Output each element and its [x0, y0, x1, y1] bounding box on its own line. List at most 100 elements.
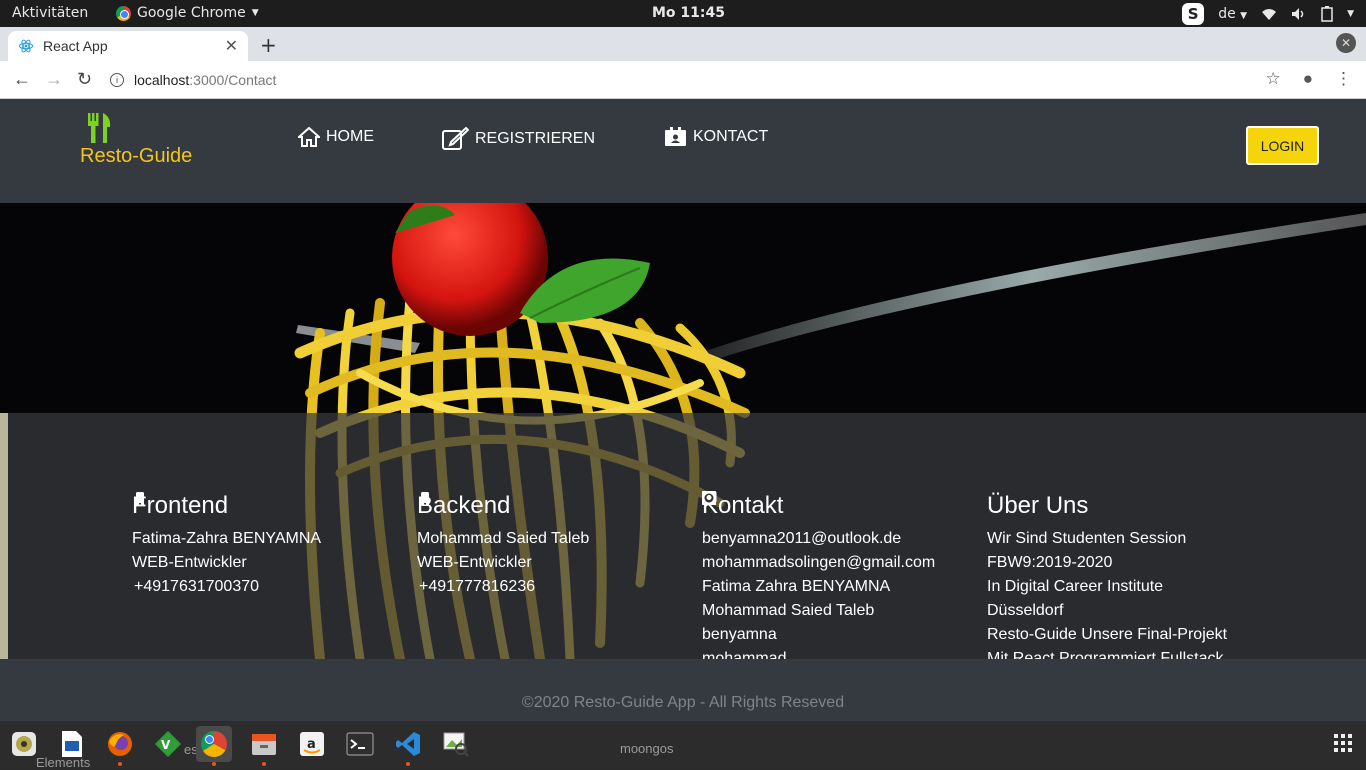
phone-icon	[421, 492, 429, 506]
address-bar[interactable]: i localhost:3000/Contact	[110, 65, 1290, 95]
clock[interactable]: Mo 11:45	[652, 5, 725, 21]
about-line: Düsseldorf	[987, 602, 1064, 619]
contact-card-icon	[665, 127, 686, 146]
url-host: localhost	[134, 72, 190, 88]
chrome-icon	[116, 5, 131, 21]
about-line: Resto-Guide Unsere Final-Projekt	[987, 626, 1228, 643]
browser-toolbar: ← → ↻ i localhost:3000/Contact ☆ ● ⋮	[0, 61, 1366, 99]
back-arrow-icon[interactable]: ←	[13, 69, 31, 90]
svg-text:a: a	[307, 737, 316, 752]
battery-icon	[1321, 6, 1333, 22]
dock-item-files[interactable]	[246, 726, 282, 766]
skype-icon[interactable]: S	[1182, 3, 1205, 25]
dock-item-vim[interactable]: V	[150, 726, 186, 762]
about-line: In Digital Career Institute	[987, 578, 1164, 595]
nav-home[interactable]: HOME	[298, 127, 374, 147]
close-icon[interactable]: ✕	[225, 36, 238, 56]
file-cabinet-icon	[252, 734, 276, 755]
show-applications-icon[interactable]	[1334, 734, 1352, 752]
nav-kontakt-label: KONTACT	[693, 128, 769, 145]
tab-title: React App	[43, 38, 108, 54]
hero-section: Frontend Fatima-Zahra BENYAMNA WEB-Entwi…	[0, 203, 1366, 659]
menu-kebab-icon[interactable]: ⋮	[1335, 69, 1352, 89]
running-indicator	[212, 762, 216, 766]
new-tab-button[interactable]: +	[260, 33, 277, 57]
wifi-icon	[1262, 9, 1277, 20]
linkedin-link-1[interactable]: Fatima Zahra BENYAMNA	[702, 491, 935, 599]
dock-item-terminal[interactable]	[342, 726, 378, 762]
about-heading: Über Uns	[987, 492, 1089, 519]
frontend-role: WEB-Entwickler	[132, 554, 247, 571]
email-1: benyamna2011@outlook.de	[702, 530, 902, 547]
about-line: Mit React Programmiert Fullstack	[987, 650, 1224, 659]
about-column: Über Uns Wir Sind Studenten Session FBW9…	[987, 491, 1227, 659]
dock-item-writer[interactable]	[54, 726, 90, 762]
kontakt-heading: Kontakt	[702, 492, 784, 519]
browser-tab[interactable]: React App ✕	[8, 31, 248, 61]
firefox-icon	[108, 732, 132, 756]
forward-arrow-icon[interactable]: →	[45, 69, 63, 90]
about-line: Wir Sind Studenten Session	[987, 530, 1187, 547]
brand-name: Resto-Guide	[80, 145, 193, 167]
keyboard-layout[interactable]: de ▼	[1218, 6, 1247, 22]
nav-registrieren-label: REGISTRIEREN	[475, 130, 596, 147]
backend-role: WEB-Entwickler	[417, 554, 532, 571]
system-tray[interactable]: S de ▼ ▼	[1182, 3, 1354, 25]
activities-button[interactable]: Aktivitäten	[12, 5, 88, 21]
brand-link[interactable]: Resto-Guide	[80, 113, 192, 168]
dock-item-amazon[interactable]: a	[294, 726, 330, 762]
running-indicator	[118, 762, 122, 766]
dock-item-firefox[interactable]	[102, 726, 138, 766]
login-button[interactable]: LOGIN	[1246, 126, 1319, 165]
backend-phone: +491777816236	[419, 578, 536, 595]
phone-icon	[136, 492, 144, 506]
keyboard-layout-label: de	[1218, 6, 1236, 22]
dock-item-settings[interactable]	[6, 726, 42, 762]
document-icon	[62, 731, 82, 757]
app-navbar: Resto-Guide HOME REGISTRIEREN KONTACT LO…	[0, 99, 1366, 203]
dock-item-image-viewer[interactable]	[438, 726, 474, 762]
frontend-phone-row[interactable]: +4917631700370	[132, 492, 321, 599]
system-menu-chevron-icon[interactable]: ▼	[1347, 9, 1354, 19]
github-icon	[702, 491, 716, 505]
window-close-button[interactable]: ✕	[1336, 33, 1356, 53]
backend-column: Backend Mohammad Saied Taleb WEB-Entwick…	[417, 491, 589, 599]
bookmark-star-icon[interactable]: ☆	[1265, 69, 1280, 89]
linkedin-link-2[interactable]: Mohammad Saied Taleb	[702, 491, 935, 623]
email-link-1[interactable]: benyamna2011@outlook.de	[702, 492, 935, 551]
nav-registrieren[interactable]: REGISTRIEREN	[442, 127, 595, 151]
amazon-icon: a	[300, 732, 324, 756]
running-indicator	[406, 762, 410, 766]
system-top-bar: Aktivitäten Google Chrome ▼ Mo 11:45 S d…	[0, 0, 1366, 27]
github-link-1[interactable]: benyamna	[702, 491, 935, 647]
github-1: benyamna	[702, 626, 777, 643]
ghost-label-moongos: moongos	[620, 741, 674, 756]
frontend-name: Fatima-Zahra BENYAMNA	[132, 530, 322, 547]
frontend-heading: Frontend	[132, 492, 229, 519]
app-menu-label: Google Chrome	[137, 5, 246, 21]
linkedin-1: Fatima Zahra BENYAMNA	[702, 578, 891, 595]
vim-icon: V	[155, 731, 181, 757]
dock-item-chrome[interactable]	[196, 726, 232, 766]
email-link-2[interactable]: mohammadsolingen@gmail.com	[702, 492, 936, 575]
vscode-icon	[396, 732, 420, 756]
email-2: mohammadsolingen@gmail.com	[702, 554, 936, 571]
nav-kontakt[interactable]: KONTACT	[664, 127, 768, 147]
kontakt-column: Kontakt benyamna2011@outlook.de mohammad…	[702, 491, 935, 659]
backend-name: Mohammad Saied Taleb	[417, 530, 590, 547]
svg-text:V: V	[161, 738, 171, 752]
github-link-2[interactable]: mohammad	[702, 491, 935, 659]
nav-home-label: HOME	[326, 128, 374, 145]
site-info-icon[interactable]: i	[110, 73, 124, 87]
about-line: FBW9:2019-2020	[987, 554, 1113, 571]
backend-phone-row[interactable]: +491777816236	[417, 492, 589, 599]
profile-icon[interactable]: ●	[1303, 69, 1313, 89]
terminal-icon	[346, 732, 374, 756]
taskbar: Elements moongos eso V a	[0, 721, 1366, 770]
reload-icon[interactable]: ↻	[77, 69, 92, 90]
url-path: :3000/Contact	[189, 72, 277, 88]
page-footer: ©2020 Resto-Guide App - All Rights Resev…	[0, 659, 1366, 721]
app-menu[interactable]: Google Chrome ▼	[116, 5, 259, 21]
linkedin-2: Mohammad Saied Taleb	[702, 602, 875, 619]
dock-item-vscode[interactable]	[390, 726, 426, 766]
